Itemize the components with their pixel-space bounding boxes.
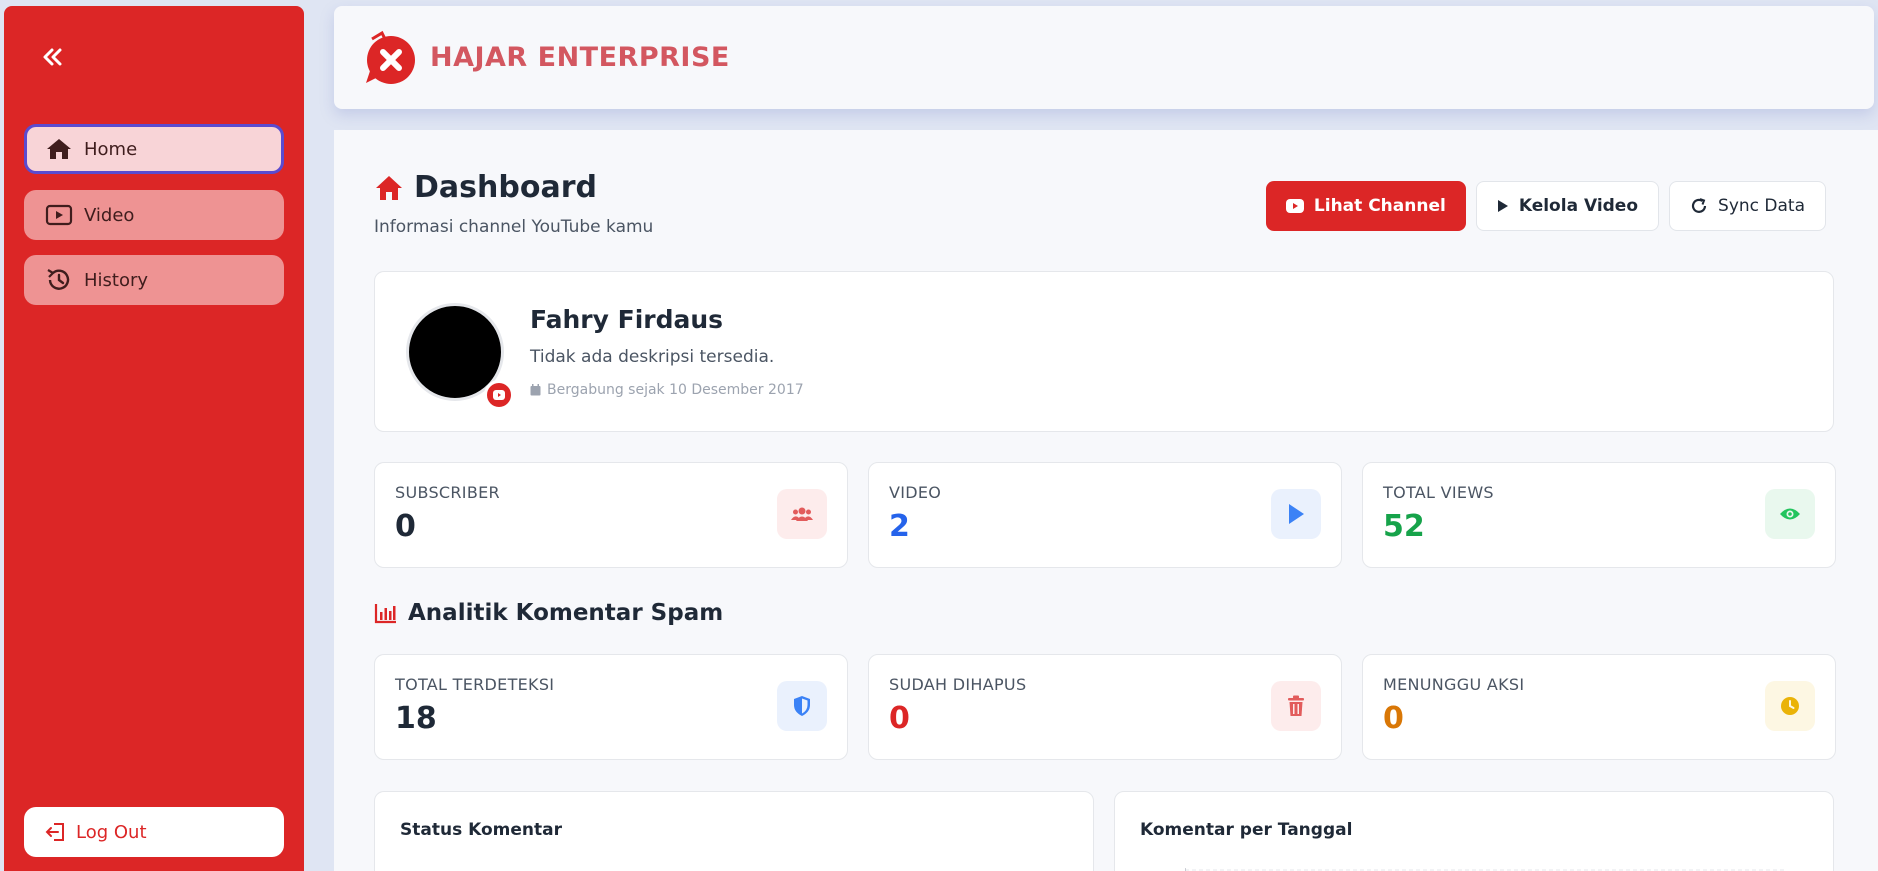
stat-label: VIDEO [889,483,942,502]
stat-label: SUBSCRIBER [395,483,500,502]
double-chevron-left-icon [43,48,62,66]
stat-label: MENUNGGU AKSI [1383,675,1525,694]
comments-per-date-chart-card: Komentar per Tanggal [1114,791,1834,871]
chart-title: Komentar per Tanggal [1140,820,1353,840]
channel-name: Fahry Firdaus [530,305,724,334]
chart-title: Status Komentar [400,820,562,840]
page-title-text: Dashboard [414,170,597,205]
youtube-badge-icon [484,380,514,410]
sidebar-item-label: Home [84,138,138,160]
sync-data-label: Sync Data [1718,196,1805,216]
brand-logo-icon [366,30,415,84]
logout-icon [44,819,70,845]
play-square-icon [44,202,74,228]
manage-video-label: Kelola Video [1518,196,1639,216]
stat-value: 52 [1383,509,1425,544]
stat-value: 0 [1383,701,1404,736]
home-icon [44,136,74,162]
calendar-icon [530,384,541,396]
spam-analytics-title: Analitik Komentar Spam [374,600,723,626]
play-icon [1497,199,1509,213]
sidebar-item-video[interactable]: Video [24,190,284,240]
page-actions: Lihat Channel Kelola Video Sync Data [1265,181,1826,231]
collapse-sidebar-button[interactable] [38,42,68,72]
stat-card-pending: MENUNGGU AKSI 0 [1362,654,1836,760]
comment-status-chart-card: Status Komentar [374,791,1094,871]
sidebar-item-history[interactable]: History [24,255,284,305]
topbar: HAJAR ENTERPRISE [334,6,1874,109]
page-title: Dashboard [374,170,653,205]
history-icon [44,267,74,293]
refresh-icon [1690,197,1708,215]
stat-label: TOTAL VIEWS [1383,483,1494,502]
main-content: Dashboard Informasi channel YouTube kamu… [334,130,1878,871]
sync-data-button[interactable]: Sync Data [1669,181,1826,231]
bar-chart-icon [374,602,398,624]
sidebar-item-label: Video [84,204,135,226]
home-icon [376,175,402,200]
stat-card-deleted: SUDAH DIHAPUS 0 [868,654,1342,760]
manage-video-button[interactable]: Kelola Video [1475,181,1660,231]
sidebar-item-label: History [84,269,149,291]
joined-text: Bergabung sejak 10 Desember 2017 [547,382,804,398]
stat-card-total-views: TOTAL VIEWS 52 [1362,462,1836,568]
brand-name: HAJAR ENTERPRISE [430,42,730,73]
youtube-icon [1285,199,1304,213]
stat-card-total-detected: TOTAL TERDETEKSI 18 [374,654,848,760]
stat-label: TOTAL TERDETEKSI [395,675,555,694]
channel-profile-card: Fahry Firdaus Tidak ada deskripsi tersed… [374,271,1834,432]
clock-icon [1765,681,1815,731]
stat-value: 0 [395,509,416,544]
channel-joined-date: Bergabung sejak 10 Desember 2017 [530,382,804,398]
stat-value: 18 [395,701,437,736]
stat-card-subscriber: SUBSCRIBER 0 [374,462,848,568]
sidebar-item-home[interactable]: Home [24,124,284,174]
section-title-text: Analitik Komentar Spam [408,600,724,626]
trash-icon [1271,681,1321,731]
channel-description: Tidak ada deskripsi tersedia. [530,347,775,367]
page-header: Dashboard Informasi channel YouTube kamu [374,170,653,237]
logout-label: Log Out [76,821,147,843]
shield-icon [777,681,827,731]
view-channel-button[interactable]: Lihat Channel [1265,181,1466,231]
stat-value: 2 [889,509,910,544]
stat-card-video: VIDEO 2 [868,462,1342,568]
users-icon [777,489,827,539]
sidebar: Home Video History Log Out [4,6,304,871]
stat-label: SUDAH DIHAPUS [889,675,1027,694]
play-icon [1271,489,1321,539]
eye-icon [1765,489,1815,539]
view-channel-label: Lihat Channel [1313,196,1446,216]
logout-button[interactable]: Log Out [24,807,284,857]
stat-value: 0 [889,701,910,736]
page-subtitle: Informasi channel YouTube kamu [374,217,654,237]
